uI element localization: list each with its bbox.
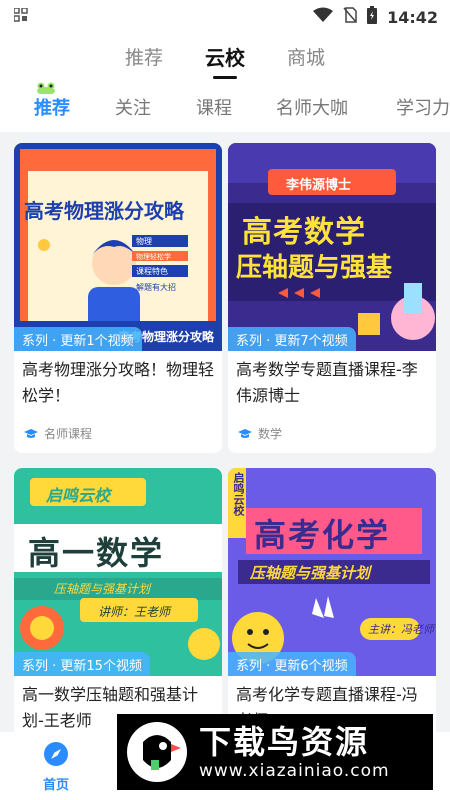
course-thumbnail: 启鸣云校 高考化学 压轴题与强基计划 主讲：冯老师 系列 · 更新6个视频 bbox=[228, 468, 436, 676]
apps-icon bbox=[13, 7, 28, 26]
tab-cloud-school[interactable]: 云校 bbox=[205, 42, 245, 79]
update-badge: 系列 · 更新1个视频 bbox=[14, 327, 142, 351]
subtab-course[interactable]: 课程 bbox=[196, 94, 232, 120]
course-feed: 高考物理涨分攻略 物理 物理轻松学 课程特色 解题有大招 高考物理涨分攻略 系列… bbox=[0, 132, 450, 732]
thumb-tag: 启鸣云校 bbox=[46, 486, 111, 505]
subtab-learning-power[interactable]: 学习力 bbox=[396, 94, 450, 120]
course-card-math[interactable]: 李伟源博士 高考数学 压轴题与强基 系列 · 更新7个视频 高考数学专题直播课程… bbox=[228, 143, 436, 453]
graduation-cap-icon bbox=[24, 428, 38, 438]
thumb-line1: 高考数学 bbox=[242, 215, 366, 250]
thumb-bullet: 解题有大招 bbox=[136, 283, 176, 292]
subtab-follow[interactable]: 关注 bbox=[115, 94, 151, 120]
update-badge: 系列 · 更新15个视频 bbox=[14, 652, 150, 676]
thumb-main-text: 高考化学 bbox=[254, 516, 391, 554]
wifi-icon bbox=[313, 7, 334, 27]
tab-mall[interactable]: 商城 bbox=[287, 43, 325, 70]
course-card-physics[interactable]: 高考物理涨分攻略 物理 物理轻松学 课程特色 解题有大招 高考物理涨分攻略 系列… bbox=[14, 143, 222, 453]
thumb-tag: 李伟源博士 bbox=[286, 178, 352, 193]
watermark-url: www.xiazainiao.com bbox=[199, 761, 390, 781]
top-tab-bar: 推荐 云校 商城 bbox=[0, 32, 450, 80]
thumb-teacher: 主讲：冯老师 bbox=[368, 623, 434, 636]
course-thumbnail: 李伟源博士 高考数学 压轴题与强基 系列 · 更新7个视频 bbox=[228, 143, 436, 351]
thumb-main-text: 高一数学 bbox=[28, 534, 165, 572]
bird-logo-icon bbox=[127, 722, 187, 782]
thumb-bullet: 物理 bbox=[136, 237, 152, 246]
graduation-cap-icon bbox=[238, 428, 252, 438]
thumb-sub-text: 压轴题与强基计划 bbox=[54, 582, 151, 596]
thumb-tag: 启鸣云校 bbox=[232, 472, 245, 516]
thumb-sub-text: 压轴题与强基计划 bbox=[250, 564, 371, 582]
battery-icon bbox=[367, 6, 378, 28]
course-category: 名师课程 bbox=[44, 427, 93, 441]
frog-icon bbox=[37, 82, 55, 94]
sub-tab-bar: 推荐 关注 课程 名师大咖 学习力 bbox=[0, 80, 450, 132]
course-thumbnail: 启鸣云校 高一数学 压轴题与强基计划 讲师：王老师 系列 · 更新15个视频 bbox=[14, 468, 222, 676]
tab-recommend[interactable]: 推荐 bbox=[125, 43, 163, 70]
no-sim-icon bbox=[343, 7, 357, 27]
course-thumbnail: 高考物理涨分攻略 物理 物理轻松学 课程特色 解题有大招 高考物理涨分攻略 系列… bbox=[14, 143, 222, 351]
clock: 14:42 bbox=[387, 7, 438, 27]
thumb-teacher: 讲师：王老师 bbox=[98, 605, 171, 619]
watermark-title: 下载鸟资源 bbox=[199, 723, 370, 761]
update-badge: 系列 · 更新6个视频 bbox=[228, 652, 356, 676]
tab-home[interactable]: 首页 bbox=[36, 740, 76, 793]
subtab-famous-teacher[interactable]: 名师大咖 bbox=[276, 94, 348, 120]
course-title[interactable]: 高考数学专题直播课程-李伟源博士 bbox=[228, 351, 436, 415]
course-meta: 名师课程 bbox=[24, 425, 92, 442]
thumb-line2: 压轴题与强基 bbox=[236, 253, 393, 283]
status-bar: 14:42 bbox=[0, 0, 450, 32]
watermark-banner: 下载鸟资源 www.xiazainiao.com bbox=[117, 714, 433, 790]
course-category: 数学 bbox=[258, 427, 283, 441]
course-meta: 数学 bbox=[238, 425, 282, 442]
thumb-bullet: 物理轻松学 bbox=[136, 253, 171, 261]
compass-icon bbox=[44, 742, 68, 766]
tab-home-label: 首页 bbox=[42, 778, 69, 793]
course-card-grade10-math[interactable]: 启鸣云校 高一数学 压轴题与强基计划 讲师：王老师 系列 · 更新15个视频 高… bbox=[14, 468, 222, 732]
update-badge: 系列 · 更新7个视频 bbox=[228, 327, 356, 351]
thumb-main-text: 高考物理涨分攻略 bbox=[24, 199, 184, 223]
course-card-chemistry[interactable]: 启鸣云校 高考化学 压轴题与强基计划 主讲：冯老师 系列 · 更新6个视频 高考… bbox=[228, 468, 436, 732]
subtab-recommend[interactable]: 推荐 bbox=[34, 94, 70, 120]
thumb-bullet: 课程特色 bbox=[136, 267, 168, 276]
course-title[interactable]: 高考物理涨分攻略！物理轻松学！ bbox=[14, 351, 222, 415]
